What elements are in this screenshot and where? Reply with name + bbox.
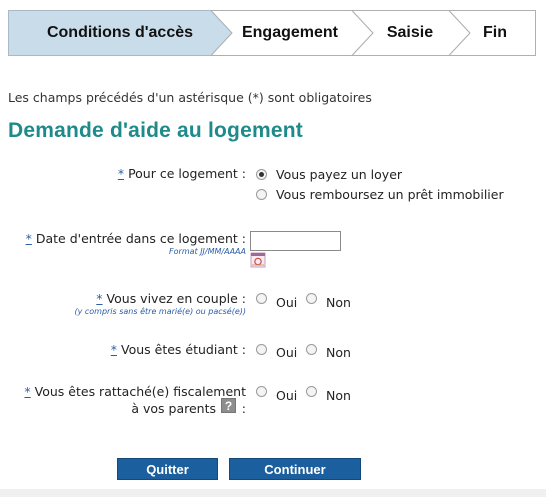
quit-button[interactable]: Quitter	[117, 458, 218, 480]
step-saisie: Saisie	[386, 24, 434, 41]
couple-yes-label: Oui	[276, 295, 298, 310]
required-star: *	[96, 291, 103, 306]
fiscal-label-line1: Vous êtes rattaché(e) fiscalement	[34, 384, 246, 399]
radio-rent[interactable]	[256, 169, 267, 180]
housing-label: * Pour ce logement :	[118, 166, 246, 181]
entry-date-label-text: Date d'entrée dans ce logement :	[35, 231, 246, 246]
calendar-icon[interactable]	[250, 252, 266, 268]
step-conditions-acces: Conditions d'accès	[46, 24, 194, 41]
radio-student-no[interactable]	[306, 344, 317, 355]
couple-label-text: Vous vivez en couple :	[106, 291, 246, 306]
required-star: *	[24, 384, 31, 399]
required-star: *	[117, 166, 125, 181]
radio-mortgage[interactable]	[256, 189, 267, 200]
entry-date-input[interactable]	[250, 231, 341, 251]
fiscal-colon: :	[241, 401, 246, 416]
couple-hint: (y compris sans être marié(e) ou pacsé(e…	[74, 307, 246, 316]
option-rent-label: Vous payez un loyer	[276, 167, 403, 182]
step-engagement: Engagement	[241, 24, 338, 41]
continue-button[interactable]: Continuer	[229, 458, 361, 480]
page-footer-band	[0, 489, 546, 497]
date-format-hint: Format JJ/MM/AAAA	[169, 247, 246, 256]
couple-label: * Vous vivez en couple :	[96, 291, 246, 306]
required-star: *	[25, 231, 32, 246]
fiscal-no-label: Non	[326, 388, 351, 403]
page-title: Demande d'aide au logement	[8, 119, 303, 142]
student-yes-label: Oui	[276, 345, 298, 360]
radio-fiscal-yes[interactable]	[256, 386, 267, 397]
required-fields-note: Les champs précédés d'un astérisque (*) …	[8, 90, 372, 105]
radio-student-yes[interactable]	[256, 344, 267, 355]
fiscal-yes-label: Oui	[276, 388, 298, 403]
student-label: * Vous êtes étudiant :	[111, 342, 246, 357]
student-no-label: Non	[326, 345, 351, 360]
step-fin: Fin	[483, 24, 507, 41]
progress-stepper: Conditions d'accès Engagement Saisie Fin	[8, 10, 536, 56]
student-label-text: Vous êtes étudiant :	[121, 342, 246, 357]
required-star: *	[110, 342, 117, 357]
couple-no-label: Non	[326, 295, 351, 310]
help-icon[interactable]: ?	[221, 398, 236, 413]
radio-couple-no[interactable]	[306, 293, 317, 304]
housing-label-text: Pour ce logement :	[128, 166, 246, 181]
fiscal-label: * Vous êtes rattaché(e) fiscalement	[24, 384, 246, 399]
radio-couple-yes[interactable]	[256, 293, 267, 304]
radio-fiscal-no[interactable]	[306, 386, 317, 397]
entry-date-label: * Date d'entrée dans ce logement :	[26, 231, 246, 246]
option-mortgage-label: Vous remboursez un prêt immobilier	[276, 187, 504, 202]
fiscal-label-line2: à vos parents	[131, 401, 216, 416]
